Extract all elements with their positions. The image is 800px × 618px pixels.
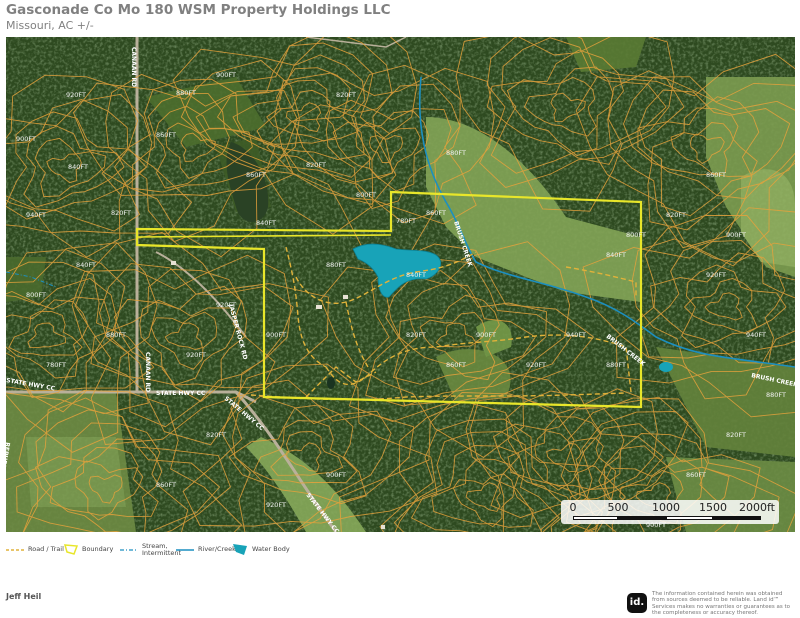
contour-label: 820FT bbox=[306, 161, 326, 169]
water-polygon-icon bbox=[233, 544, 247, 555]
legend-item-stream: Stream, Intermittent bbox=[120, 543, 181, 557]
contour-label: 900FT bbox=[16, 135, 36, 143]
map-canvas[interactable]: 900FT 840FT 820FT 860FT 880FT 920FT 940FT 900FT… bbox=[6, 37, 795, 532]
dash-dot-line-icon bbox=[120, 549, 138, 551]
contour-label: 920FT bbox=[186, 351, 206, 359]
agent-name: Jeff Heil bbox=[6, 592, 42, 601]
scale-tick-label: 1000 bbox=[652, 501, 680, 514]
contour-label: 900FT bbox=[726, 231, 746, 239]
contour-label: 860FT bbox=[446, 361, 466, 369]
contour-label: 880FT bbox=[326, 261, 346, 269]
contour-label: 820FT bbox=[336, 91, 356, 99]
contour-label: 840FT bbox=[76, 261, 96, 269]
contour-label: 860FT bbox=[426, 209, 446, 217]
map-subtitle: Missouri, AC +/- bbox=[6, 19, 94, 32]
scale-segment bbox=[573, 516, 618, 520]
scale-segment bbox=[618, 516, 666, 520]
dark-pond bbox=[327, 377, 335, 389]
contour-label: 880FT bbox=[766, 391, 786, 399]
map-legend: Road / Trail Boundary Stream, Intermitte… bbox=[6, 541, 406, 561]
contour-label: 820FT bbox=[406, 331, 426, 339]
solid-line-icon bbox=[176, 548, 194, 551]
contour-label: 860FT bbox=[686, 471, 706, 479]
land-id-logo: id. bbox=[627, 593, 647, 613]
contour-label: 900FT bbox=[266, 331, 286, 339]
scale-tick-label: 500 bbox=[607, 501, 629, 514]
contour-label: 940FT bbox=[746, 331, 766, 339]
contour-label: 920FT bbox=[706, 271, 726, 279]
contour-label: 880FT bbox=[446, 149, 466, 157]
contour-label: 940FT bbox=[566, 331, 586, 339]
contour-label: 880FT bbox=[106, 331, 126, 339]
contour-label: 920FT bbox=[266, 501, 286, 509]
contour-label: 820FT bbox=[726, 431, 746, 439]
contour-label: 940FT bbox=[26, 211, 46, 219]
dashed-line-icon bbox=[6, 548, 24, 551]
legend-item-road-trail: Road / Trail bbox=[6, 546, 64, 553]
contour-label: 840FT bbox=[606, 251, 626, 259]
contour-label: 920FT bbox=[526, 361, 546, 369]
small-pond bbox=[659, 362, 673, 372]
contour-label: 900FT bbox=[216, 71, 236, 79]
contour-label: 840FT bbox=[406, 271, 426, 279]
map-title: Gasconade Co Mo 180 WSM Property Holding… bbox=[6, 2, 391, 18]
boundary-polygon-icon bbox=[64, 544, 78, 555]
contour-label: 840FT bbox=[256, 219, 276, 227]
contour-label: 860FT bbox=[706, 171, 726, 179]
legend-item-water-body: Water Body bbox=[232, 543, 290, 556]
contour-label: 820FT bbox=[111, 209, 131, 217]
contour-label: 880FT bbox=[606, 361, 626, 369]
road-label: CANAAN RD bbox=[130, 47, 137, 87]
contour-label: 780FT bbox=[396, 217, 416, 225]
legend-item-river: River/Creek bbox=[176, 546, 236, 553]
contour-label: 900FT bbox=[476, 331, 496, 339]
contour-label: 860FT bbox=[246, 171, 266, 179]
contour-label: 800FT bbox=[26, 291, 46, 299]
legend-item-boundary: Boundary bbox=[64, 543, 113, 555]
disclaimer-text: The information contained herein was obt… bbox=[652, 591, 790, 616]
legend-label: River/Creek bbox=[198, 545, 236, 553]
scale-bar: 0 500 1000 1500 2000ft bbox=[561, 500, 779, 524]
road-label: STATE HWY CC bbox=[156, 390, 206, 397]
map-view[interactable]: 900FT 840FT 820FT 860FT 880FT 920FT 940FT 900FT… bbox=[6, 37, 795, 532]
scale-tick-label: 2000ft bbox=[739, 501, 775, 514]
legend-label: Road / Trail bbox=[28, 545, 64, 553]
contour-label: 860FT bbox=[156, 481, 176, 489]
scale-tick-label: 0 bbox=[569, 501, 577, 514]
contour-label: 840FT bbox=[68, 163, 88, 171]
contour-label: 780FT bbox=[46, 361, 66, 369]
contour-label: 800FT bbox=[626, 231, 646, 239]
contour-label: 880FT bbox=[176, 89, 196, 97]
scale-segment bbox=[666, 516, 713, 520]
legend-label: Boundary bbox=[82, 544, 114, 553]
contour-label: 860FT bbox=[156, 131, 176, 139]
legend-label: Water Body bbox=[252, 545, 290, 553]
contour-label: 820FT bbox=[666, 211, 686, 219]
scale-tick-label: 1500 bbox=[699, 501, 727, 514]
contour-label: 900FT bbox=[326, 471, 346, 479]
road-label: CANAAN RD bbox=[144, 352, 151, 392]
contour-label: 820FT bbox=[206, 431, 226, 439]
scale-segment bbox=[713, 516, 761, 520]
contour-label: 920FT bbox=[66, 91, 86, 99]
contour-label: 800FT bbox=[356, 191, 376, 199]
